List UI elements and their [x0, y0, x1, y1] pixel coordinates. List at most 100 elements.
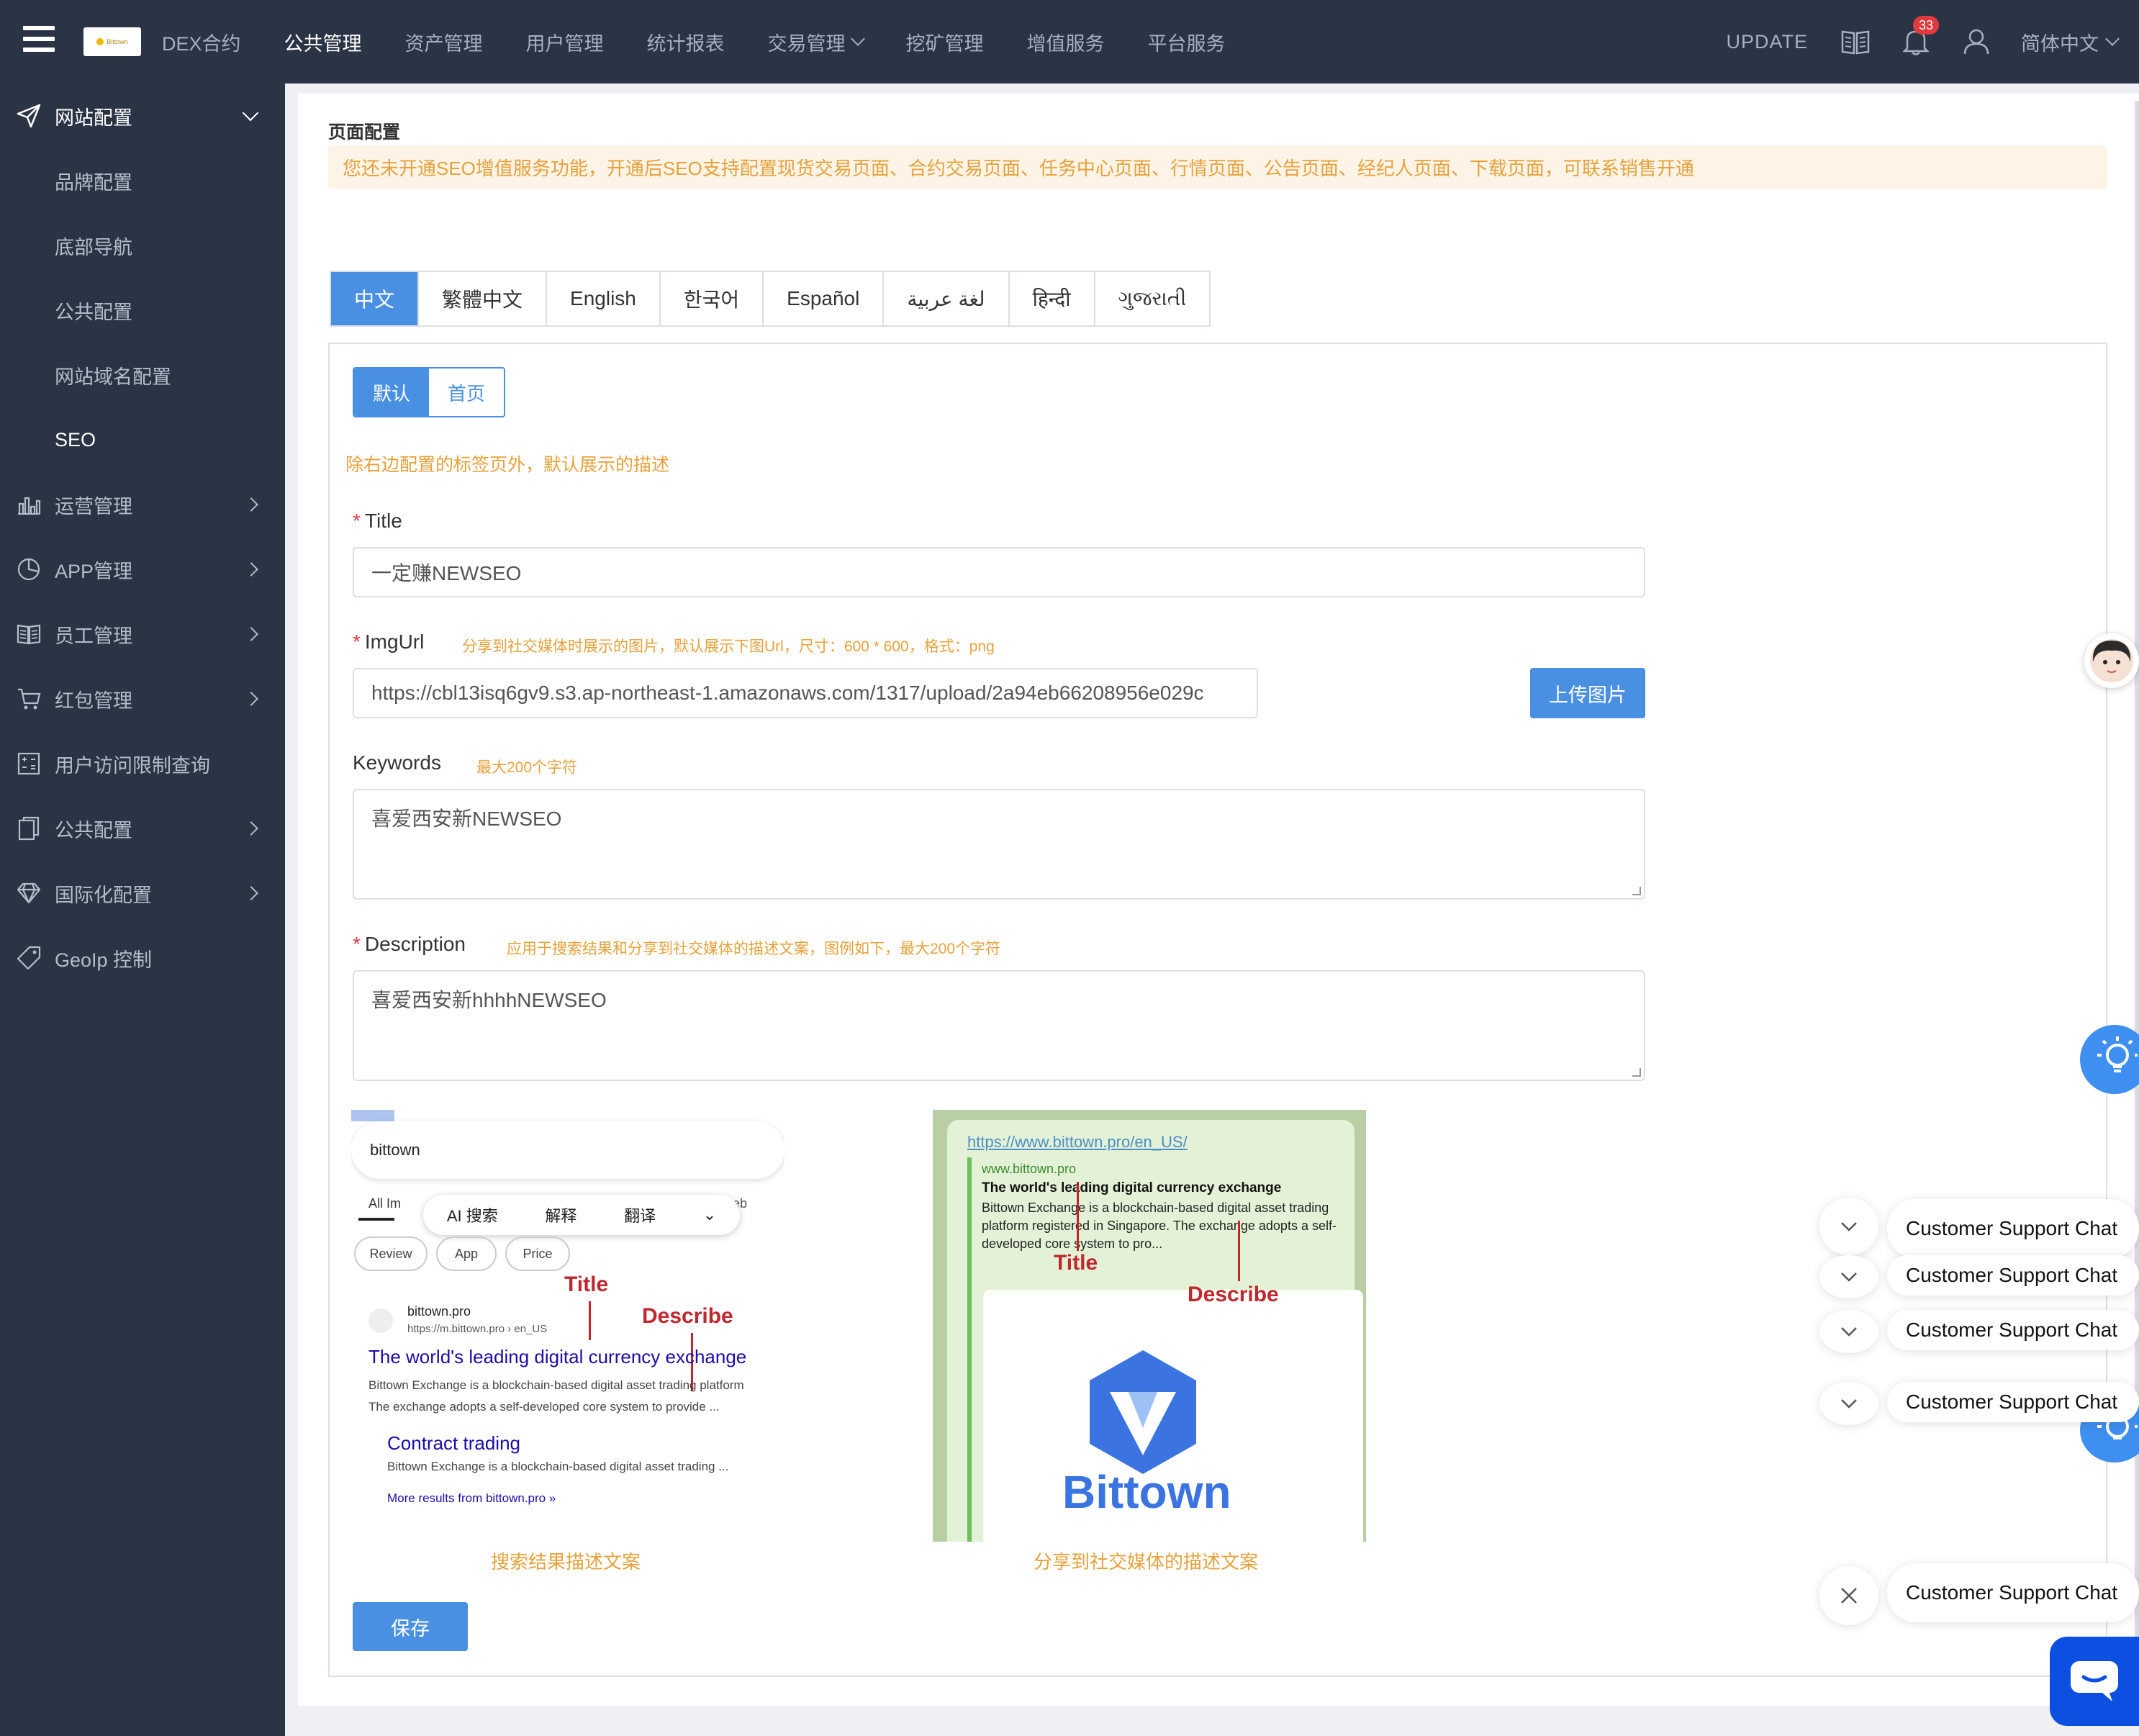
close-icon: [1841, 1588, 1857, 1604]
keywords-textarea[interactable]: 喜爱西安新NEWSEO: [353, 789, 1645, 900]
description-hint: 应用于搜索结果和分享到社交媒体的描述文案，图例如下，最大200个字符: [507, 941, 1001, 957]
sidebar-item-footer-nav[interactable]: 底部导航: [0, 213, 285, 278]
preview-more-link: More results from bittown.pro »: [387, 1491, 556, 1505]
chevron-right-icon: [244, 627, 258, 641]
bar-chart-icon: [16, 492, 42, 517]
user-icon[interactable]: [1961, 26, 1992, 58]
preview-site: bittown.pro: [407, 1304, 471, 1319]
bell-icon[interactable]: 33: [1900, 16, 1940, 58]
chat-close-button[interactable]: [1819, 1566, 1878, 1625]
menu-toggle-icon[interactable]: [23, 26, 55, 52]
tab-default[interactable]: 默认: [354, 369, 429, 416]
nav-user-management[interactable]: 用户管理: [526, 28, 604, 56]
arrow-down-icon: [589, 1301, 591, 1340]
search-preview-caption: 搜索结果描述文案: [491, 1551, 641, 1573]
share-title: The world's leading digital currency exc…: [982, 1180, 1282, 1195]
chat-close-button[interactable]: [1819, 1382, 1878, 1425]
lightbulb-icon[interactable]: [2080, 1025, 2139, 1094]
chevron-down-icon: [2105, 32, 2120, 46]
arrow-up-icon: [1238, 1221, 1240, 1281]
top-nav: DEX合约 公共管理 资产管理 用户管理 统计报表 交易管理 挖矿管理 增值服务…: [162, 0, 1269, 83]
update-button[interactable]: UPDATE: [1726, 31, 1808, 53]
sidebar-item-red-packet[interactable]: 红包管理: [0, 666, 285, 731]
nav-public-management[interactable]: 公共管理: [284, 28, 362, 56]
nav-platform-services[interactable]: 平台服务: [1148, 28, 1226, 56]
language-select[interactable]: 简体中文: [2021, 28, 2120, 56]
chevron-down-icon: [1841, 1399, 1857, 1409]
preview-sub-desc: Bittown Exchange is a blockchain-based d…: [387, 1460, 729, 1473]
sidebar: 网站配置 品牌配置 底部导航 公共配置 网站域名配置 SEO 运营管理 APP管…: [0, 83, 285, 1736]
support-chat-pill[interactable]: Customer Support Chat: [1887, 1563, 2139, 1622]
support-chat-pill[interactable]: Customer Support Chat: [1887, 1199, 2139, 1258]
page-scrollbar[interactable]: [2135, 101, 2139, 1713]
tab-lang-gu[interactable]: ગુજરાતી: [1095, 272, 1210, 325]
diamond-icon: [16, 880, 42, 906]
sidebar-item-seo[interactable]: SEO: [0, 407, 285, 472]
chat-launcher-button[interactable]: [2050, 1637, 2139, 1726]
nav-dex[interactable]: DEX合约: [162, 28, 241, 56]
resize-grip-icon[interactable]: [1632, 1068, 1641, 1077]
chat-bubble-icon: [2071, 1661, 2118, 1701]
nav-trade-management[interactable]: 交易管理: [768, 28, 865, 56]
seo-notice-banner: 您还未开通SEO增值服务功能，开通后SEO支持配置现货交易页面、合约交易页面、任…: [328, 145, 2107, 189]
tab-lang-hi[interactable]: हिन्दी: [1009, 272, 1095, 325]
sidebar-item-app[interactable]: APP管理: [0, 537, 285, 602]
send-icon: [16, 103, 42, 129]
chevron-right-icon: [244, 562, 258, 577]
logo[interactable]: Bittown: [83, 27, 141, 56]
search-result-preview: bittown All Im eb AI 搜索 解释 翻译 ⌄ Review A…: [351, 1110, 784, 1542]
sidebar-item-i18n[interactable]: 国际化配置: [0, 861, 285, 926]
sidebar-item-brand[interactable]: 品牌配置: [0, 148, 285, 213]
tab-lang-en[interactable]: English: [547, 272, 661, 325]
sidebar-item-geoip[interactable]: GeoIp 控制: [0, 926, 285, 990]
default-hint: 除右边配置的标签页外，默认展示的描述: [345, 455, 670, 475]
cart-icon: [16, 686, 42, 712]
tab-lang-es[interactable]: Español: [764, 272, 885, 325]
chevron-right-icon: [244, 886, 258, 900]
tab-lang-ar[interactable]: لغة عربية: [884, 272, 1010, 325]
sidebar-item-staff[interactable]: 员工管理: [0, 602, 285, 666]
tab-lang-zh-tw[interactable]: 繁體中文: [419, 272, 548, 325]
support-chat-pill[interactable]: Customer Support Chat: [1887, 1382, 2139, 1422]
book-icon[interactable]: [1840, 26, 1871, 58]
sidebar-item-operations[interactable]: 运营管理: [0, 472, 285, 537]
chat-close-button[interactable]: [1819, 1255, 1878, 1298]
support-chat-pill[interactable]: Customer Support Chat: [1887, 1310, 2139, 1350]
keywords-label: Keywords: [353, 751, 441, 774]
clipboard-icon: [16, 815, 42, 841]
share-site: www.bittown.pro: [982, 1162, 1077, 1176]
calculator-icon: [16, 751, 42, 777]
support-chat-pill[interactable]: Customer Support Chat: [1887, 1255, 2139, 1296]
upload-image-button[interactable]: 上传图片: [1530, 668, 1645, 718]
keywords-hint: 最大200个字符: [476, 759, 578, 776]
tab-home[interactable]: 首页: [429, 369, 504, 416]
imgurl-input[interactable]: https://cbl13isq6gv9.s3.ap-northeast-1.a…: [353, 668, 1258, 718]
chat-close-button[interactable]: [1819, 1198, 1878, 1255]
nav-mining-management[interactable]: 挖矿管理: [906, 28, 984, 56]
nav-value-added[interactable]: 增值服务: [1027, 28, 1105, 56]
share-anno-title: Title: [1054, 1251, 1098, 1275]
preview-decoration: [351, 1110, 394, 1121]
preview-popup-translate: 翻译: [624, 1207, 656, 1225]
tab-lang-zh[interactable]: 中文: [331, 272, 420, 325]
description-textarea[interactable]: 喜爱西安新hhhhNEWSEO: [353, 970, 1645, 1081]
sidebar-item-public-config[interactable]: 公共配置: [0, 278, 285, 343]
pie-chart-icon: [16, 556, 42, 582]
sidebar-group-website-config[interactable]: 网站配置: [0, 83, 285, 148]
sidebar-item-public-config-2[interactable]: 公共配置: [0, 796, 285, 861]
sidebar-item-access-limit[interactable]: 用户访问限制查询: [0, 731, 285, 796]
top-bar: Bittown DEX合约 公共管理 资产管理 用户管理 统计报表 交易管理 挖…: [0, 0, 2139, 83]
resize-grip-icon[interactable]: [1632, 887, 1641, 895]
support-avatar-icon[interactable]: [2084, 633, 2139, 688]
save-button[interactable]: 保存: [353, 1602, 468, 1651]
nav-asset-management[interactable]: 资产管理: [405, 28, 483, 56]
preview-search-bar: bittown: [351, 1121, 784, 1179]
title-input[interactable]: 一定赚NEWSEO: [353, 547, 1645, 597]
preview-result-title: The world's leading digital currency exc…: [368, 1346, 747, 1367]
preview-popup-ai: AI 搜索: [446, 1207, 498, 1225]
chevron-right-icon: [244, 692, 258, 706]
tab-lang-ko[interactable]: 한국어: [660, 272, 764, 325]
chat-close-button[interactable]: [1819, 1310, 1878, 1353]
sidebar-item-domain-config[interactable]: 网站域名配置: [0, 343, 285, 407]
nav-reports[interactable]: 统计报表: [647, 28, 725, 56]
